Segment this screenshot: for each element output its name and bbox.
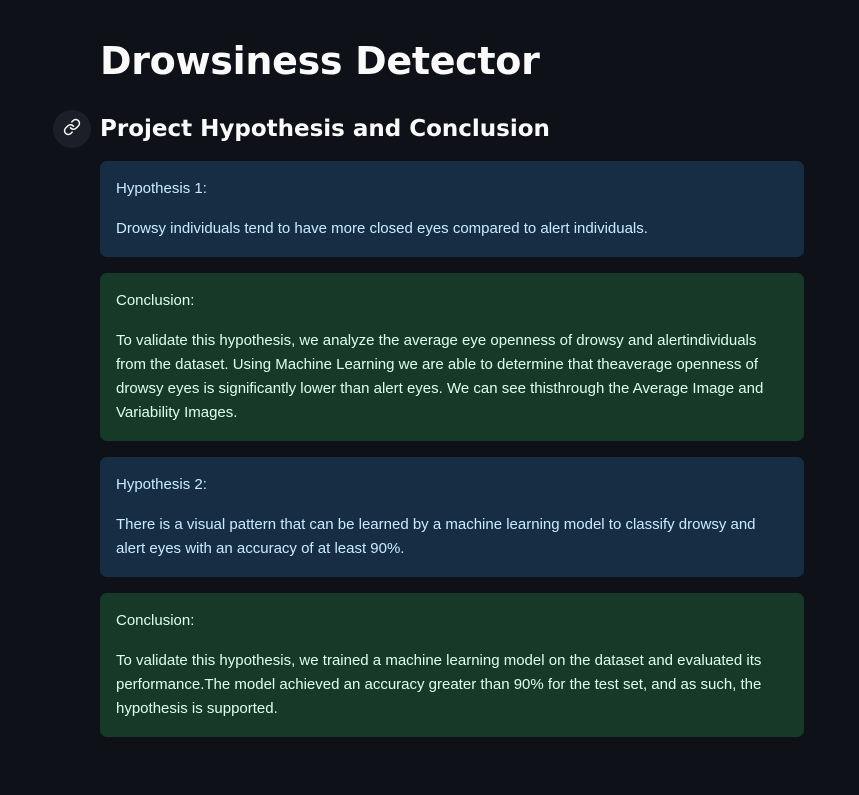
hypothesis-1-alert: Hypothesis 1: Drowsy individuals tend to… <box>100 161 804 257</box>
page-title: Drowsiness Detector <box>100 39 540 83</box>
main-page: Drowsiness Detector Project Hypothesis a… <box>0 0 859 795</box>
hypothesis-1-text: Drowsy individuals tend to have more clo… <box>116 220 648 237</box>
hypothesis-2-text: There is a visual pattern that can be le… <box>116 516 756 557</box>
header-anchor-link[interactable] <box>53 110 91 148</box>
conclusion-2-text: To validate this hypothesis, we trained … <box>116 652 762 717</box>
link-icon <box>63 118 81 140</box>
hypothesis-2-label: Hypothesis 2: <box>116 476 207 493</box>
conclusion-1-label: Conclusion: <box>116 292 195 309</box>
hypothesis-1-label: Hypothesis 1: <box>116 180 207 197</box>
conclusion-1-alert: Conclusion: To validate this hypothesis,… <box>100 273 804 441</box>
conclusion-2-alert: Conclusion: To validate this hypothesis,… <box>100 593 804 737</box>
section-heading: Project Hypothesis and Conclusion <box>100 116 550 142</box>
hypothesis-2-alert: Hypothesis 2: There is a visual pattern … <box>100 457 804 577</box>
conclusion-2-label: Conclusion: <box>116 612 195 629</box>
conclusion-1-text: To validate this hypothesis, we analyze … <box>116 332 764 421</box>
